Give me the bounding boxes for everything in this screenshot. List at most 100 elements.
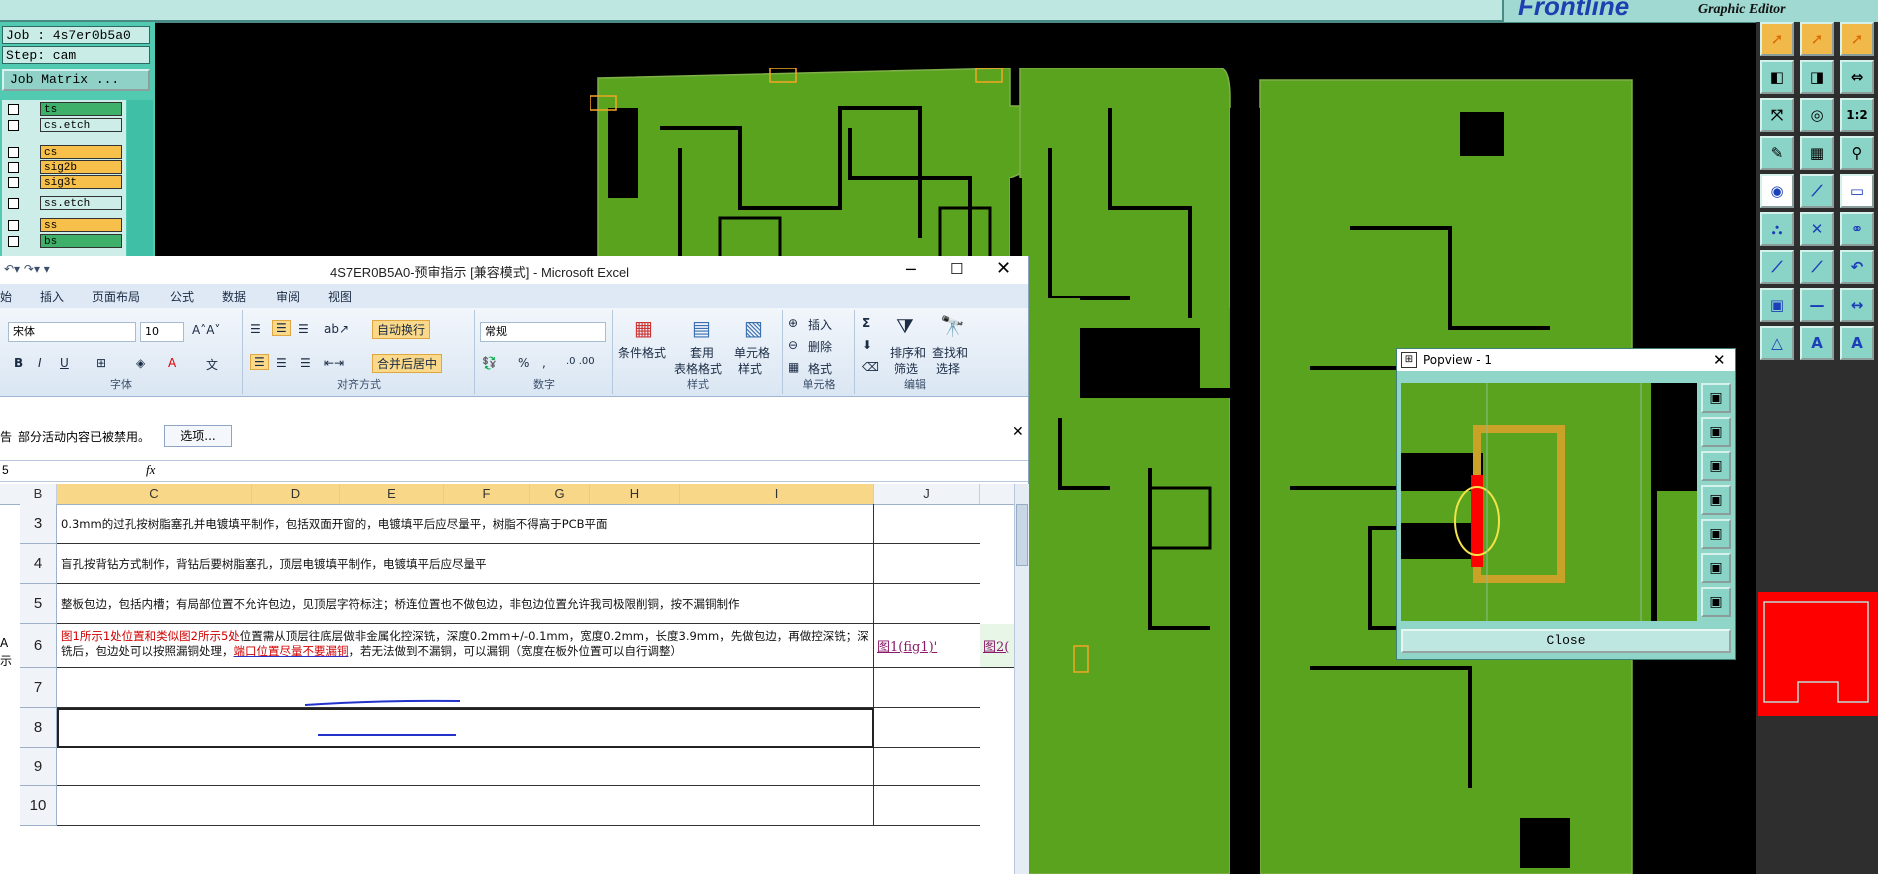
layer-name[interactable]: sig3t bbox=[40, 175, 122, 189]
cell-j-row-9[interactable] bbox=[874, 748, 980, 786]
sort-filter-line2[interactable]: 筛选 bbox=[894, 360, 918, 377]
layer-checkbox[interactable] bbox=[8, 104, 19, 115]
column-header-J[interactable]: J bbox=[874, 484, 980, 504]
format-table-button-line1[interactable]: 套用 bbox=[690, 344, 714, 361]
align-middle-icon[interactable]: ☰ bbox=[272, 320, 291, 336]
job-matrix-button[interactable]: Job Matrix ... bbox=[2, 69, 150, 91]
cross-icon[interactable]: ✕ bbox=[1800, 212, 1834, 246]
layer-name[interactable]: bs bbox=[40, 234, 122, 248]
row-header-8[interactable]: 8 bbox=[20, 708, 57, 748]
node-icon[interactable]: ⛬ bbox=[1760, 212, 1794, 246]
cell-j-row-10[interactable] bbox=[874, 786, 980, 826]
format-table-icon[interactable]: ▤ bbox=[692, 316, 711, 340]
layer-row-ss-etch[interactable]: ss.etch bbox=[2, 196, 126, 211]
ribbon-tab-1[interactable]: 插入 bbox=[40, 288, 64, 305]
delete-icon[interactable]: ⊖ bbox=[788, 338, 798, 352]
figure-link-1[interactable]: 图1(fig1)' bbox=[877, 636, 937, 655]
merged-cell-row-6[interactable]: 图1所示1处位置和类似图2所示5处位置需从顶层往底层做非金属化控深铣，深度0.2… bbox=[57, 624, 874, 668]
layer-name[interactable]: ts bbox=[40, 102, 122, 116]
find-select-line1[interactable]: 查找和 bbox=[932, 344, 968, 361]
ribbon-tab-6[interactable]: 视图 bbox=[328, 288, 352, 305]
sheet-vertical-scrollbar[interactable] bbox=[1014, 484, 1029, 874]
font-color-icon[interactable]: A bbox=[168, 356, 176, 370]
cell-j-row-5[interactable] bbox=[874, 584, 980, 624]
ribbon-tab-2[interactable]: 页面布局 bbox=[92, 288, 140, 305]
options-button[interactable]: 选项... bbox=[164, 425, 232, 447]
fit-all-icon[interactable]: ⤧ bbox=[1760, 98, 1794, 132]
merged-cell-row-9[interactable] bbox=[57, 748, 874, 786]
undo-arc-icon[interactable]: ↶ bbox=[1840, 250, 1874, 284]
layer-name[interactable]: ss bbox=[40, 218, 122, 232]
orientation-icon[interactable]: ab↗ bbox=[324, 322, 349, 336]
layer-row-cs[interactable]: cs bbox=[2, 145, 126, 160]
row-header-3[interactable]: 3 bbox=[20, 504, 57, 544]
cell-j-row-4[interactable] bbox=[874, 544, 980, 584]
cell-k-row-6[interactable]: 图2( bbox=[980, 624, 1014, 668]
cell-style-icon[interactable]: ▧ bbox=[744, 316, 763, 340]
find-select-icon[interactable]: 🔭 bbox=[940, 314, 965, 338]
align-right-icon[interactable]: ☰ bbox=[300, 356, 311, 370]
layer-row-bs[interactable]: bs bbox=[2, 234, 126, 249]
pointer-select-icon[interactable]: ➚ bbox=[1840, 22, 1874, 56]
format-table-button-line2[interactable]: 表格格式 bbox=[674, 360, 722, 377]
merge-center-button[interactable]: 合并后居中 bbox=[372, 354, 443, 373]
row-header-9[interactable]: 9 bbox=[20, 748, 57, 786]
row-header-6[interactable]: 6 bbox=[20, 624, 57, 668]
border-icon[interactable]: ⊞ bbox=[96, 356, 106, 370]
zoom-right-icon[interactable]: ◨ bbox=[1800, 60, 1834, 94]
currency-icon[interactable]: 💱 bbox=[482, 356, 497, 370]
layer-row-cs-etch[interactable]: cs.etch bbox=[2, 118, 126, 133]
clear-icon[interactable]: ⌫ bbox=[862, 360, 879, 374]
cell-j-row-7[interactable] bbox=[874, 668, 980, 708]
scrollbar-thumb[interactable] bbox=[1016, 504, 1028, 566]
merged-cell-row-10[interactable] bbox=[57, 786, 874, 826]
fill-color-icon[interactable]: ◈ bbox=[136, 356, 145, 370]
ribbon-tab-5[interactable]: 审阅 bbox=[276, 288, 300, 305]
merged-cell-row-3[interactable]: 0.3mm的过孔按树脂塞孔并电镀填平制作，包括双面开窗的，电镀填平后应尽量平，树… bbox=[57, 504, 874, 544]
merged-cell-row-4[interactable]: 盲孔按背钻方式制作，背钻后要树脂塞孔，顶层电镀填平制作，电镀填平后应尽量平 bbox=[57, 544, 874, 584]
sort-filter-line1[interactable]: 排序和 bbox=[890, 344, 926, 361]
pv-center-icon[interactable]: ▣ bbox=[1701, 587, 1731, 617]
column-header-C[interactable]: C bbox=[57, 484, 252, 504]
column-header-I[interactable]: I bbox=[680, 484, 874, 504]
comma-icon[interactable]: , bbox=[542, 356, 546, 370]
zoom-left-icon[interactable]: ◧ bbox=[1760, 60, 1794, 94]
cell-style-button-line1[interactable]: 单元格 bbox=[734, 344, 770, 361]
layer-name[interactable]: cs bbox=[40, 145, 122, 159]
format-icon[interactable]: ▦ bbox=[788, 360, 799, 374]
edit-line-icon[interactable]: ⟋ bbox=[1760, 250, 1794, 284]
row-header-10[interactable]: 10 bbox=[20, 786, 57, 826]
fill-icon[interactable]: ⬇ bbox=[862, 338, 872, 352]
indent-icon[interactable]: ⇤⇥ bbox=[324, 356, 344, 370]
message-close-icon[interactable]: ✕ bbox=[1012, 424, 1024, 440]
align-left-icon[interactable]: ☰ bbox=[250, 354, 269, 370]
measure-icon[interactable]: ✎ bbox=[1760, 136, 1794, 170]
edit-arc-icon[interactable]: ⟋ bbox=[1800, 250, 1834, 284]
trace-icon[interactable]: — bbox=[1800, 288, 1834, 322]
undo-icon[interactable]: ↶▾ ↷▾ ▾ bbox=[4, 262, 50, 276]
font-name-select[interactable]: 宋体 bbox=[8, 322, 136, 342]
cell-j-row-3[interactable] bbox=[874, 504, 980, 544]
column-header-E[interactable]: E bbox=[340, 484, 444, 504]
popview-close-icon[interactable]: ✕ bbox=[1713, 351, 1726, 369]
pv-pan-right-icon[interactable]: ▣ bbox=[1701, 519, 1731, 549]
popview-close-button[interactable]: Close bbox=[1401, 629, 1731, 653]
layer-checkbox[interactable] bbox=[8, 147, 19, 158]
minimap-view[interactable] bbox=[1758, 592, 1878, 716]
format-button[interactable]: 格式 bbox=[808, 360, 832, 377]
layer-name[interactable]: ss.etch bbox=[40, 196, 122, 210]
select-icon[interactable]: ◉ bbox=[1760, 174, 1794, 208]
layer-checkbox[interactable] bbox=[8, 236, 19, 247]
decimal-icon[interactable]: .0 .00 bbox=[566, 356, 595, 367]
dimension-icon[interactable]: ↔ bbox=[1840, 288, 1874, 322]
sort-filter-icon[interactable]: ⧩ bbox=[896, 314, 914, 338]
merged-cell-row-7[interactable] bbox=[57, 668, 874, 708]
layer-row-sig3t[interactable]: sig3t bbox=[2, 175, 126, 190]
bold-icon[interactable]: B bbox=[14, 356, 23, 370]
row-header-4[interactable]: 4 bbox=[20, 544, 57, 584]
figure-link-2[interactable]: 图2( bbox=[983, 636, 1009, 655]
layer-checkbox[interactable] bbox=[8, 120, 19, 131]
layer-checkbox[interactable] bbox=[8, 198, 19, 209]
ribbon-tab-3[interactable]: 公式 bbox=[170, 288, 194, 305]
layer-row-sig2b[interactable]: sig2b bbox=[2, 160, 126, 175]
